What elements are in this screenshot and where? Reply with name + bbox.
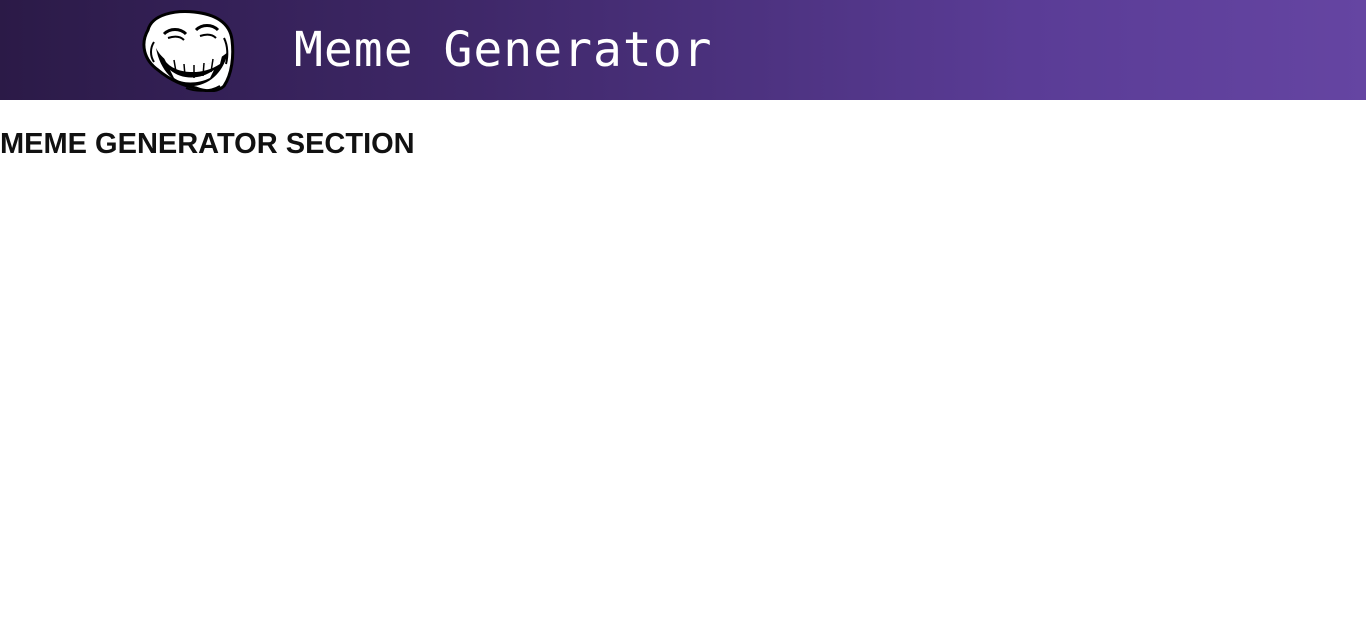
troll-face-icon bbox=[136, 8, 236, 92]
app-title: Meme Generator bbox=[294, 22, 713, 78]
section-title: MEME GENERATOR SECTION bbox=[0, 128, 415, 160]
app-header: Meme Generator bbox=[0, 0, 1366, 100]
